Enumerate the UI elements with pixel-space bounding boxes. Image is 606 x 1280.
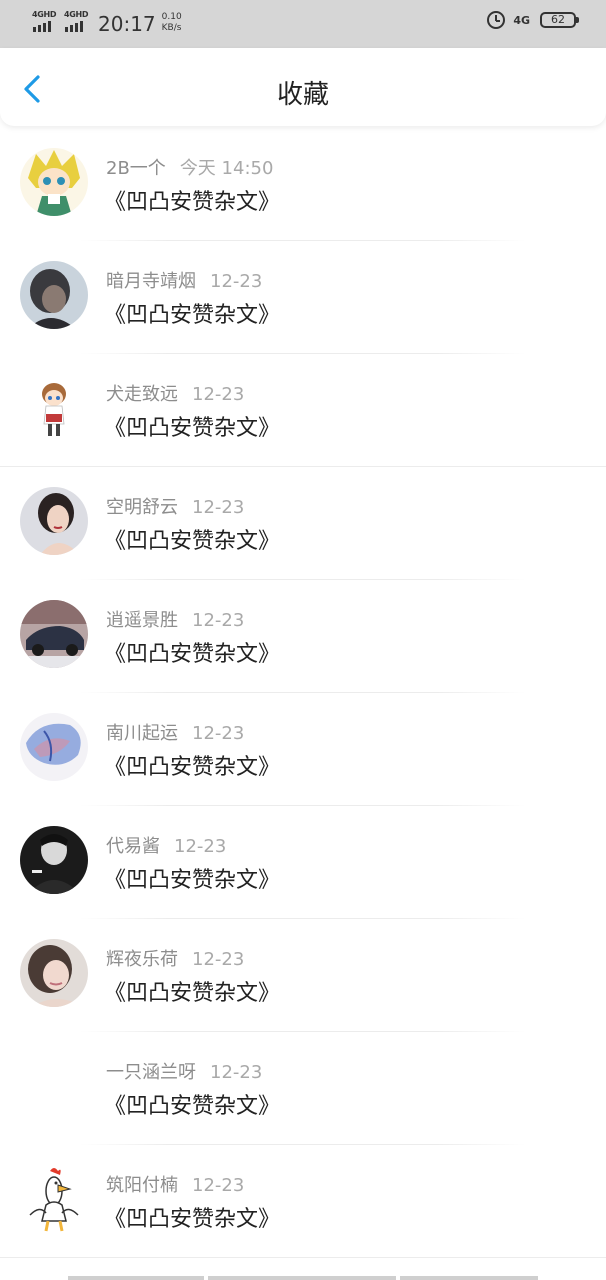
status-right: 4G 62 <box>487 11 579 29</box>
alarm-icon <box>487 11 506 29</box>
avatar[interactable] <box>20 374 88 442</box>
avatar[interactable] <box>20 939 88 1007</box>
item-date: 12-23 <box>192 610 245 631</box>
list-item[interactable]: 暗月寺靖烟 12-23 《凹凸安赞杂文》 <box>0 241 606 354</box>
item-date: 12-23 <box>192 497 245 518</box>
author-name: 暗月寺靖烟 <box>106 271 196 292</box>
signal-icon: 4GHD <box>64 10 92 34</box>
item-date: 今天 14:50 <box>179 158 274 179</box>
list-item[interactable]: 逍遥景胜 12-23 《凹凸安赞杂文》 <box>0 580 606 693</box>
item-date: 12-23 <box>192 1175 245 1196</box>
status-left: 4GHD 4GHD 20:17 0.10 KB/s <box>32 10 182 36</box>
speed-value: 0.10 <box>161 12 182 22</box>
avatar[interactable] <box>20 600 88 668</box>
list-item[interactable]: 一只涵兰呀 12-23 《凹凸安赞杂文》 <box>0 1032 606 1145</box>
item-meta: 空明舒云 12-23 <box>106 493 244 519</box>
author-name: 空明舒云 <box>106 497 178 518</box>
speed-unit: KB/s <box>161 23 182 33</box>
header: 收藏 <box>0 48 606 126</box>
battery-icon: 62 <box>540 12 579 28</box>
list-item[interactable]: 辉夜乐荷 12-23 《凹凸安赞杂文》 <box>0 919 606 1032</box>
divider <box>0 1257 606 1258</box>
item-meta: 2B一个 今天 14:50 <box>106 154 273 180</box>
item-title[interactable]: 《凹凸安赞杂文》 <box>104 1088 280 1120</box>
item-title[interactable]: 《凹凸安赞杂文》 <box>104 523 280 555</box>
avatar[interactable] <box>20 1052 88 1120</box>
item-title[interactable]: 《凹凸安赞杂文》 <box>104 410 280 442</box>
signal-icon: 4GHD <box>32 10 60 34</box>
list-item[interactable]: 空明舒云 12-23 《凹凸安赞杂文》 <box>0 467 606 580</box>
status-bar: 4GHD 4GHD 20:17 0.10 KB/s 4G 62 <box>0 0 606 48</box>
item-meta: 犬走致远 12-23 <box>106 380 244 406</box>
favorites-list: 2B一个 今天 14:50 《凹凸安赞杂文》 暗月寺靖烟 12-23 《凹凸安赞杂文… <box>0 128 606 1258</box>
signal-label: 4GHD <box>32 10 57 19</box>
item-title[interactable]: 《凹凸安赞杂文》 <box>104 749 280 781</box>
avatar[interactable] <box>20 148 88 216</box>
author-name: 代易酱 <box>106 836 160 857</box>
item-title[interactable]: 《凹凸安赞杂文》 <box>104 297 280 329</box>
avatar[interactable] <box>20 261 88 329</box>
item-title[interactable]: 《凹凸安赞杂文》 <box>104 975 280 1007</box>
network-type: 4G <box>513 13 530 27</box>
avatar[interactable] <box>20 826 88 894</box>
item-date: 12-23 <box>174 836 227 857</box>
list-item[interactable]: 筑阳付楠 12-23 《凹凸安赞杂文》 <box>0 1145 606 1258</box>
item-meta: 辉夜乐荷 12-23 <box>106 945 244 971</box>
list-item[interactable]: 犬走致远 12-23 《凹凸安赞杂文》 <box>0 354 606 467</box>
author-name: 一只涵兰呀 <box>106 1062 196 1083</box>
item-date: 12-23 <box>210 1062 263 1083</box>
item-date: 12-23 <box>192 949 245 970</box>
network-speed: 0.10 KB/s <box>162 12 182 34</box>
item-title[interactable]: 《凹凸安赞杂文》 <box>104 862 280 894</box>
item-date: 12-23 <box>210 271 263 292</box>
item-title[interactable]: 《凹凸安赞杂文》 <box>104 1201 280 1233</box>
avatar[interactable] <box>20 1165 88 1233</box>
author-name: 辉夜乐荷 <box>106 949 178 970</box>
item-meta: 代易酱 12-23 <box>106 832 226 858</box>
author-name: 犬走致远 <box>106 384 178 405</box>
avatar[interactable] <box>20 713 88 781</box>
author-name: 2B一个 <box>106 158 166 179</box>
item-meta: 暗月寺靖烟 12-23 <box>106 267 262 293</box>
author-name: 逍遥景胜 <box>106 610 178 631</box>
item-date: 12-23 <box>192 384 245 405</box>
item-meta: 南川起运 12-23 <box>106 719 244 745</box>
item-meta: 逍遥景胜 12-23 <box>106 606 244 632</box>
author-name: 南川起运 <box>106 723 178 744</box>
list-item[interactable]: 代易酱 12-23 《凹凸安赞杂文》 <box>0 806 606 919</box>
next-item-peek <box>0 1272 606 1280</box>
signal-label: 4GHD <box>64 10 89 19</box>
author-name: 筑阳付楠 <box>106 1175 178 1196</box>
avatar[interactable] <box>20 487 88 555</box>
list-item[interactable]: 南川起运 12-23 《凹凸安赞杂文》 <box>0 693 606 806</box>
item-title[interactable]: 《凹凸安赞杂文》 <box>104 636 280 668</box>
page-title: 收藏 <box>276 80 329 110</box>
list-item[interactable]: 2B一个 今天 14:50 《凹凸安赞杂文》 <box>0 128 606 241</box>
item-title[interactable]: 《凹凸安赞杂文》 <box>104 184 280 216</box>
item-meta: 筑阳付楠 12-23 <box>106 1171 244 1197</box>
item-meta: 一只涵兰呀 12-23 <box>106 1058 262 1084</box>
item-date: 12-23 <box>192 723 245 744</box>
clock: 20:17 <box>98 12 156 36</box>
